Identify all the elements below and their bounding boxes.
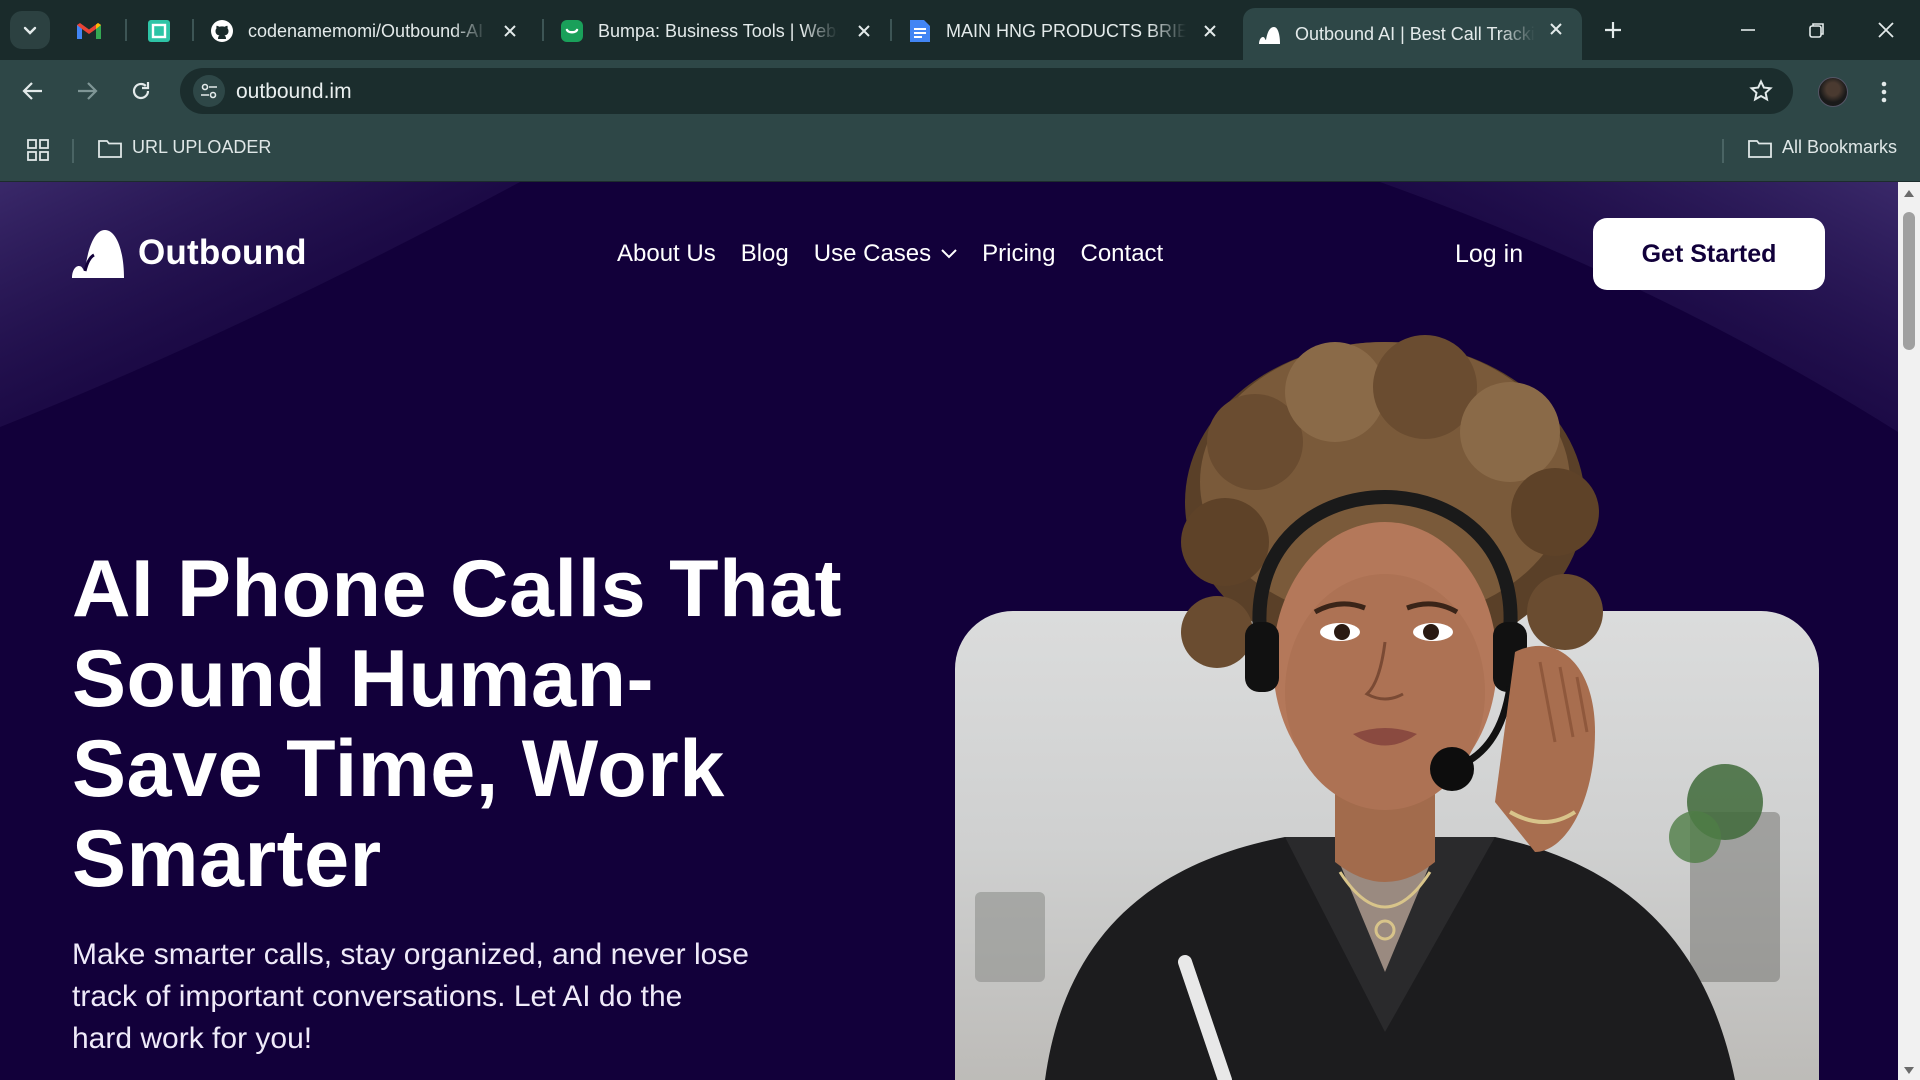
folder-icon (98, 139, 122, 158)
hero-title-line: AI Phone Calls That (72, 544, 843, 634)
nav-contact[interactable]: Contact (1081, 240, 1164, 268)
tab-title: codenamemomi/Outbound-AI (248, 20, 484, 41)
hero-title-line: Save Time, Work (72, 724, 725, 814)
restore-icon (1809, 23, 1824, 38)
outbound-logo-icon (72, 230, 124, 278)
tab-strip: codenamemomi/Outbound-AI Bumpa: Business… (0, 0, 1920, 60)
nav-use-cases[interactable]: Use Cases (814, 240, 957, 268)
close-icon[interactable] (1544, 17, 1568, 41)
get-started-button[interactable]: Get Started (1593, 218, 1825, 290)
folder-icon (1748, 139, 1772, 158)
close-icon[interactable] (1198, 19, 1222, 43)
site-info-icon[interactable] (193, 75, 225, 107)
apps-grid-icon[interactable] (26, 138, 50, 167)
hero-subtitle: Make smarter calls, stay organized, and … (72, 934, 762, 1060)
bookmark-star-icon[interactable] (1749, 79, 1773, 108)
scrollbar-thumb[interactable] (1903, 212, 1915, 350)
tab-docs[interactable]: MAIN HNG PRODUCTS BRIEF (894, 10, 1236, 52)
browser-toolbar: outbound.im (0, 60, 1920, 120)
hero-title-line: Sound Human- (72, 634, 654, 724)
chevron-down-icon (23, 26, 37, 35)
nav-use-cases-label: Use Cases (813, 240, 932, 267)
bookmark-folder-url-uploader[interactable]: URL UPLOADER (98, 137, 271, 158)
hero-title-line: Smarter (72, 814, 382, 904)
docs-icon (908, 19, 932, 43)
close-window-button[interactable] (1866, 12, 1906, 48)
tab-title: Bumpa: Business Tools | Website (598, 20, 838, 41)
back-button[interactable] (16, 74, 50, 108)
tab-title: MAIN HNG PRODUCTS BRIEF (946, 20, 1186, 41)
main-nav: About Us Blog Use Cases Pricing Contact (617, 240, 1188, 268)
reload-button[interactable] (124, 74, 158, 108)
reload-icon (132, 82, 150, 100)
arrow-right-icon (78, 82, 98, 100)
hero-agent-image (975, 335, 1780, 1080)
github-icon (210, 19, 234, 43)
profile-avatar[interactable] (1818, 77, 1848, 107)
url-text[interactable]: outbound.im (236, 80, 352, 104)
bookmark-label: URL UPLOADER (132, 137, 272, 157)
tab-github[interactable]: codenamemomi/Outbound-AI (196, 10, 536, 52)
browser-menu-button[interactable] (1872, 76, 1896, 108)
tab-search-button[interactable] (10, 11, 50, 49)
chevron-down-icon (941, 249, 957, 259)
brand-logo[interactable]: Outbound (72, 228, 307, 278)
brand-name: Outbound (138, 233, 307, 272)
gmail-icon (77, 23, 101, 39)
nav-blog[interactable]: Blog (741, 240, 789, 268)
bumpa-icon (560, 19, 584, 43)
bookmarks-bar: URL UPLOADER All Bookmarks (0, 120, 1920, 182)
tab-title: Outbound AI | Best Call Tracking (1295, 23, 1535, 44)
page-scrollbar[interactable] (1898, 182, 1920, 1080)
outbound-icon (1257, 22, 1281, 46)
close-icon[interactable] (498, 19, 522, 43)
bookmark-label: All Bookmarks (1782, 137, 1898, 157)
hero-subtitle-line: hard work for you! (72, 1022, 313, 1055)
scroll-up-icon[interactable] (1903, 188, 1915, 198)
address-bar[interactable]: outbound.im (180, 68, 1793, 114)
minimize-icon (1741, 29, 1755, 31)
restore-button[interactable] (1797, 12, 1837, 48)
nav-about[interactable]: About Us (617, 240, 716, 268)
hero-subtitle-line: track of important conversations. Let AI… (72, 980, 683, 1013)
hero-subtitle-line: Make smarter calls, stay organized, and … (72, 938, 749, 971)
forward-button[interactable] (70, 74, 104, 108)
pinned-tab-gmail[interactable] (72, 14, 106, 48)
all-bookmarks-button[interactable]: All Bookmarks (1748, 137, 1897, 158)
app-icon (148, 20, 170, 42)
nav-pricing[interactable]: Pricing (982, 240, 1055, 268)
arrow-left-icon (22, 82, 42, 100)
plus-icon (1605, 22, 1621, 38)
hero-title: AI Phone Calls That Sound Human- Save Ti… (72, 544, 872, 904)
tab-bumpa[interactable]: Bumpa: Business Tools | Website (546, 10, 890, 52)
login-link[interactable]: Log in (1455, 240, 1523, 269)
close-icon[interactable] (852, 19, 876, 43)
close-icon (1878, 22, 1894, 38)
tab-outbound[interactable]: Outbound AI | Best Call Tracking (1243, 8, 1582, 60)
minimize-button[interactable] (1728, 12, 1768, 48)
scroll-down-icon[interactable] (1903, 1066, 1915, 1076)
pinned-tab-app[interactable] (142, 14, 176, 48)
new-tab-button[interactable] (1598, 15, 1628, 45)
more-vertical-icon (1881, 81, 1887, 103)
